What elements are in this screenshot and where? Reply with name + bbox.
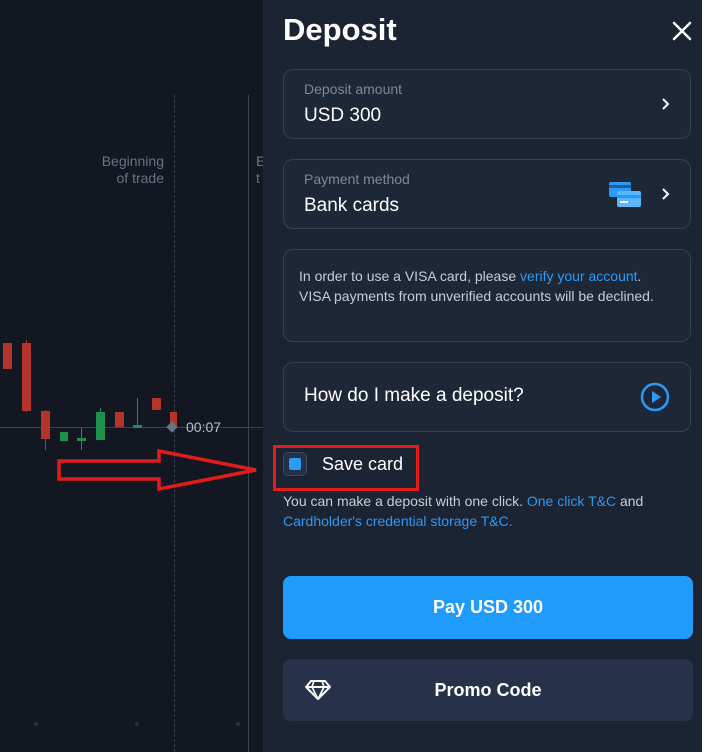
annotation-highlight-box <box>273 445 419 491</box>
pager-dot <box>135 722 139 726</box>
candle <box>152 398 161 410</box>
how-to-deposit-label: How do I make a deposit? <box>304 385 524 406</box>
verify-account-link[interactable]: verify your account <box>520 268 638 284</box>
chevron-right-icon <box>662 188 670 200</box>
one-click-tc-link[interactable]: One click T&C <box>527 493 616 509</box>
beginning-of-trade-label: Beginning of trade <box>101 153 164 186</box>
payment-method-label: Payment method <box>304 171 410 187</box>
end-of-trade-label: E t <box>256 153 263 186</box>
notice-text-part: In order to use a VISA card, please <box>299 268 521 284</box>
credential-storage-tc-link[interactable]: Cardholder's credential storage T&C. <box>283 513 513 529</box>
diamond-marker-icon <box>166 421 178 433</box>
timer-value: 00:07 <box>186 419 222 435</box>
close-icon <box>672 21 692 41</box>
deposit-amount-field[interactable]: Deposit amount USD 300 <box>283 69 691 139</box>
candle <box>96 412 105 440</box>
candle <box>133 425 142 428</box>
play-icon <box>640 382 670 412</box>
promo-code-label: Promo Code <box>434 679 542 700</box>
visa-notice: In order to use a VISA card, please veri… <box>283 249 691 342</box>
one-click-text: You can make a deposit with one click. <box>283 493 527 509</box>
deposit-panel: Deposit Deposit amount USD 300 Payment m… <box>263 0 702 752</box>
payment-method-value: Bank cards <box>304 195 400 216</box>
candle <box>22 343 31 411</box>
one-click-and-text: and <box>616 493 644 509</box>
bank-card-icon <box>609 182 641 207</box>
trading-chart: Beginning of trade E t 00:07 <box>0 0 263 752</box>
promo-code-button[interactable]: Promo Code <box>283 659 693 721</box>
candle <box>115 412 124 427</box>
candle <box>41 411 50 439</box>
candle <box>77 438 86 441</box>
visa-notice-text: In order to use a VISA card, please veri… <box>299 266 670 306</box>
trade-timer: 00:07 <box>166 417 234 437</box>
pager-dot <box>34 722 38 726</box>
one-click-info: You can make a deposit with one click. O… <box>283 491 683 531</box>
trade-end-line <box>248 95 249 752</box>
deposit-amount-value: USD 300 <box>304 105 382 126</box>
candle-wick <box>137 398 138 428</box>
chevron-right-icon <box>662 98 670 110</box>
deposit-amount-label: Deposit amount <box>304 81 403 97</box>
pay-button[interactable]: Pay USD 300 <box>283 576 693 639</box>
diamond-icon <box>305 680 331 700</box>
panel-title: Deposit <box>283 12 397 47</box>
close-button[interactable] <box>667 16 697 46</box>
candle <box>60 432 68 441</box>
payment-method-field[interactable]: Payment method Bank cards <box>283 159 691 229</box>
annotation-arrow-icon <box>57 448 257 492</box>
how-to-deposit-card[interactable]: How do I make a deposit? <box>283 362 691 432</box>
candle <box>3 343 12 369</box>
pager-dot <box>236 722 240 726</box>
